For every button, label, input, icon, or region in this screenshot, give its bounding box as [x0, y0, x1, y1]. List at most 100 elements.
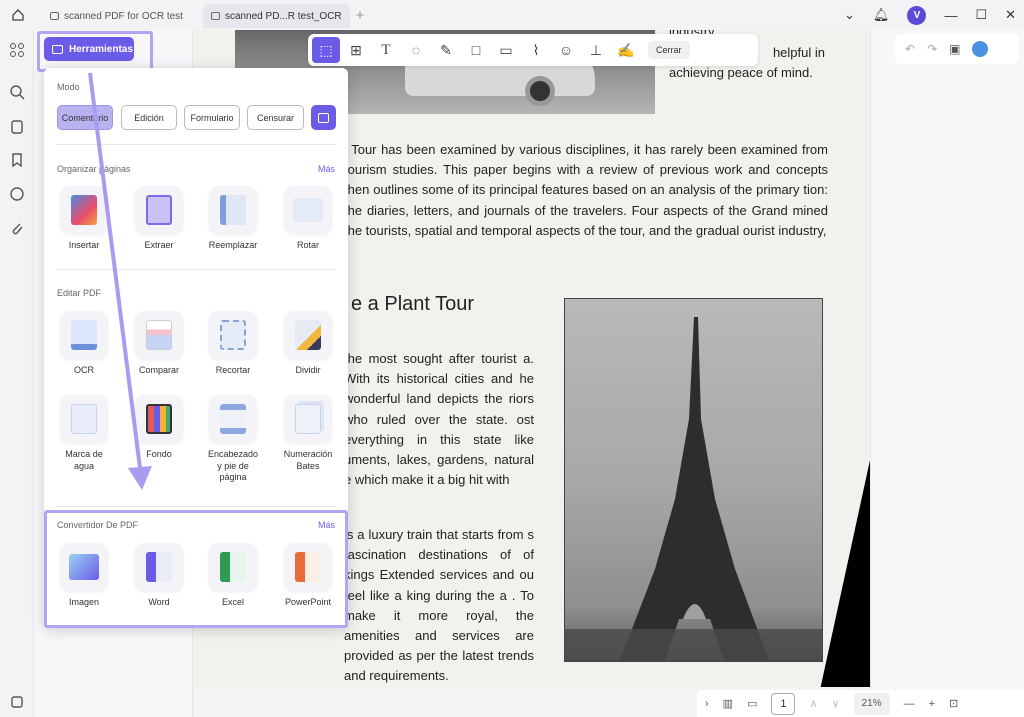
bates-icon	[284, 395, 332, 443]
tool-reemplazar[interactable]: Reemplazar	[200, 186, 266, 252]
divider	[56, 144, 336, 145]
divider	[56, 506, 336, 507]
textbox-tool-button[interactable]: ⊞	[342, 37, 370, 63]
highlight-tool-button[interactable]: ✎	[432, 37, 460, 63]
attachment-icon[interactable]	[9, 220, 25, 236]
wheel-shape	[525, 76, 555, 106]
bookmark-icon[interactable]	[9, 152, 25, 168]
apps-icon[interactable]	[9, 42, 25, 58]
text-tool-button[interactable]: T	[372, 37, 400, 63]
save-icon[interactable]: ▣	[949, 42, 960, 56]
attach-tool-button[interactable]: ⌇	[522, 37, 550, 63]
doc-text-helpful: helpful in	[772, 45, 825, 60]
text-icon: T	[381, 41, 391, 58]
extract-icon	[135, 186, 183, 234]
ai-assistant-icon[interactable]	[972, 41, 989, 57]
zoom-out-icon[interactable]: —	[904, 698, 915, 710]
pages-icon[interactable]	[9, 119, 25, 135]
tool-encabezado[interactable]: Encabezado y pie de página	[200, 395, 266, 484]
select-tool-button[interactable]: ⬚	[312, 37, 340, 63]
signature-tool-button[interactable]: ✍	[612, 37, 640, 63]
header-footer-icon	[209, 395, 257, 443]
tab-scanned-ocr[interactable]: scanned PD...R test_OCR	[202, 4, 350, 28]
tool-ocr[interactable]: OCR	[51, 311, 117, 377]
title-bar: scanned PDF for OCR test scanned PD...R …	[0, 0, 1024, 30]
tool-insertar[interactable]: Insertar	[51, 186, 117, 252]
close-icon[interactable]: ✕	[1005, 7, 1016, 23]
shape-tool-button[interactable]: □	[462, 37, 490, 63]
tool-label: Dividir	[295, 365, 321, 375]
close-toolbar-button[interactable]: Cerrar	[648, 41, 690, 59]
next-page-icon[interactable]: ∨	[832, 697, 840, 710]
comment-icon: ◌	[411, 42, 421, 58]
expand-icon[interactable]: ›	[705, 698, 709, 710]
tool-extraer[interactable]: Extraer	[126, 186, 192, 252]
sticker-tool-button[interactable]: ☺	[552, 37, 580, 63]
redo-icon[interactable]: ↷	[927, 42, 937, 56]
open-external-button[interactable]	[311, 105, 336, 130]
doc-heading: e a Plant Tour	[351, 293, 475, 315]
tool-recortar[interactable]: Recortar	[200, 311, 266, 377]
tool-label: Reemplazar	[208, 240, 258, 250]
divider	[56, 269, 336, 270]
bell-icon[interactable]: 🔔︎	[873, 7, 890, 23]
tool-marca-de-agua[interactable]: Marca de agua	[51, 395, 117, 472]
document-icon	[50, 12, 59, 20]
rotate-icon	[284, 186, 332, 234]
tool-fondo[interactable]: Fondo	[126, 395, 192, 461]
tool-dividir[interactable]: Dividir	[275, 311, 341, 377]
layers-icon[interactable]	[9, 694, 25, 710]
chevron-down-icon[interactable]: ⌄	[844, 7, 855, 23]
stamp-icon: ⊥	[589, 41, 603, 58]
stamp-tool-button[interactable]: ⊥	[582, 37, 610, 63]
bottom-bar: › ▥ ▭ 1 ∧ ∨ 21% — + ⊡	[697, 690, 1024, 717]
eiffel-tower-icon	[565, 317, 822, 661]
mode-edicion-button[interactable]: Edición	[121, 105, 177, 130]
ocr-icon	[60, 311, 108, 359]
tool-numeracion-bates[interactable]: Numeración Bates	[275, 395, 341, 472]
organize-more-link[interactable]: Más	[318, 164, 335, 174]
add-tab-icon[interactable]: +	[356, 7, 365, 24]
avatar[interactable]: V	[907, 5, 927, 25]
zoom-level[interactable]: 21%	[853, 692, 890, 715]
page-number-input[interactable]: 1	[771, 692, 796, 715]
presentation-icon[interactable]: ▭	[747, 697, 757, 710]
mode-comentario-button[interactable]: Comentario	[57, 105, 113, 130]
ruler-icon: ▭	[499, 41, 513, 58]
prev-page-icon[interactable]: ∧	[809, 697, 817, 710]
comment-tool-button[interactable]: ◌	[402, 37, 430, 63]
tool-comparar[interactable]: Comparar	[126, 311, 192, 377]
insert-icon	[60, 186, 108, 234]
home-icon	[12, 9, 24, 21]
herramientas-button[interactable]: Herramientas	[44, 37, 134, 61]
tool-label: Fondo	[146, 449, 172, 459]
page-layout-icon[interactable]: ▥	[723, 697, 733, 710]
maximize-icon[interactable]: ☐	[975, 7, 987, 23]
tool-label: Comparar	[138, 365, 179, 375]
tab-scanned-pdf[interactable]: scanned PDF for OCR test	[42, 4, 191, 28]
doc-paragraph-state: the most sought after tourist a. With it…	[344, 351, 534, 488]
annotation-toolbar: ⬚ ⊞ T ◌ ✎ □ ▭ ⌇ ☺ ⊥ ✍ Cerrar	[308, 34, 758, 66]
mode-censurar-button[interactable]: Censurar	[247, 105, 304, 130]
home-button[interactable]	[0, 0, 36, 30]
comment-icon[interactable]	[9, 186, 25, 202]
tool-label: Rotar	[296, 240, 319, 250]
converter-highlight	[44, 510, 348, 628]
fit-page-icon[interactable]: ⊡	[949, 697, 958, 710]
cursor-icon: ⬚	[319, 41, 333, 58]
left-rail	[0, 30, 34, 717]
tool-label: Recortar	[215, 365, 251, 375]
mode-title: Modo	[57, 82, 80, 92]
undo-icon[interactable]: ↶	[905, 42, 915, 56]
search-icon[interactable]	[9, 84, 25, 100]
mode-formulario-button[interactable]: Formulario	[184, 105, 240, 130]
background-icon	[135, 395, 183, 443]
measure-tool-button[interactable]: ▭	[492, 37, 520, 63]
minimize-icon[interactable]: —	[944, 8, 957, 23]
attachment-icon: ⌇	[532, 41, 540, 58]
zoom-in-icon[interactable]: +	[929, 698, 935, 710]
tool-rotar[interactable]: Rotar	[275, 186, 341, 252]
watermark-icon	[60, 395, 108, 443]
doc-paragraph-intro: l Tour has been examined by various disc…	[344, 142, 828, 238]
tool-label: Marca de agua	[65, 449, 103, 471]
